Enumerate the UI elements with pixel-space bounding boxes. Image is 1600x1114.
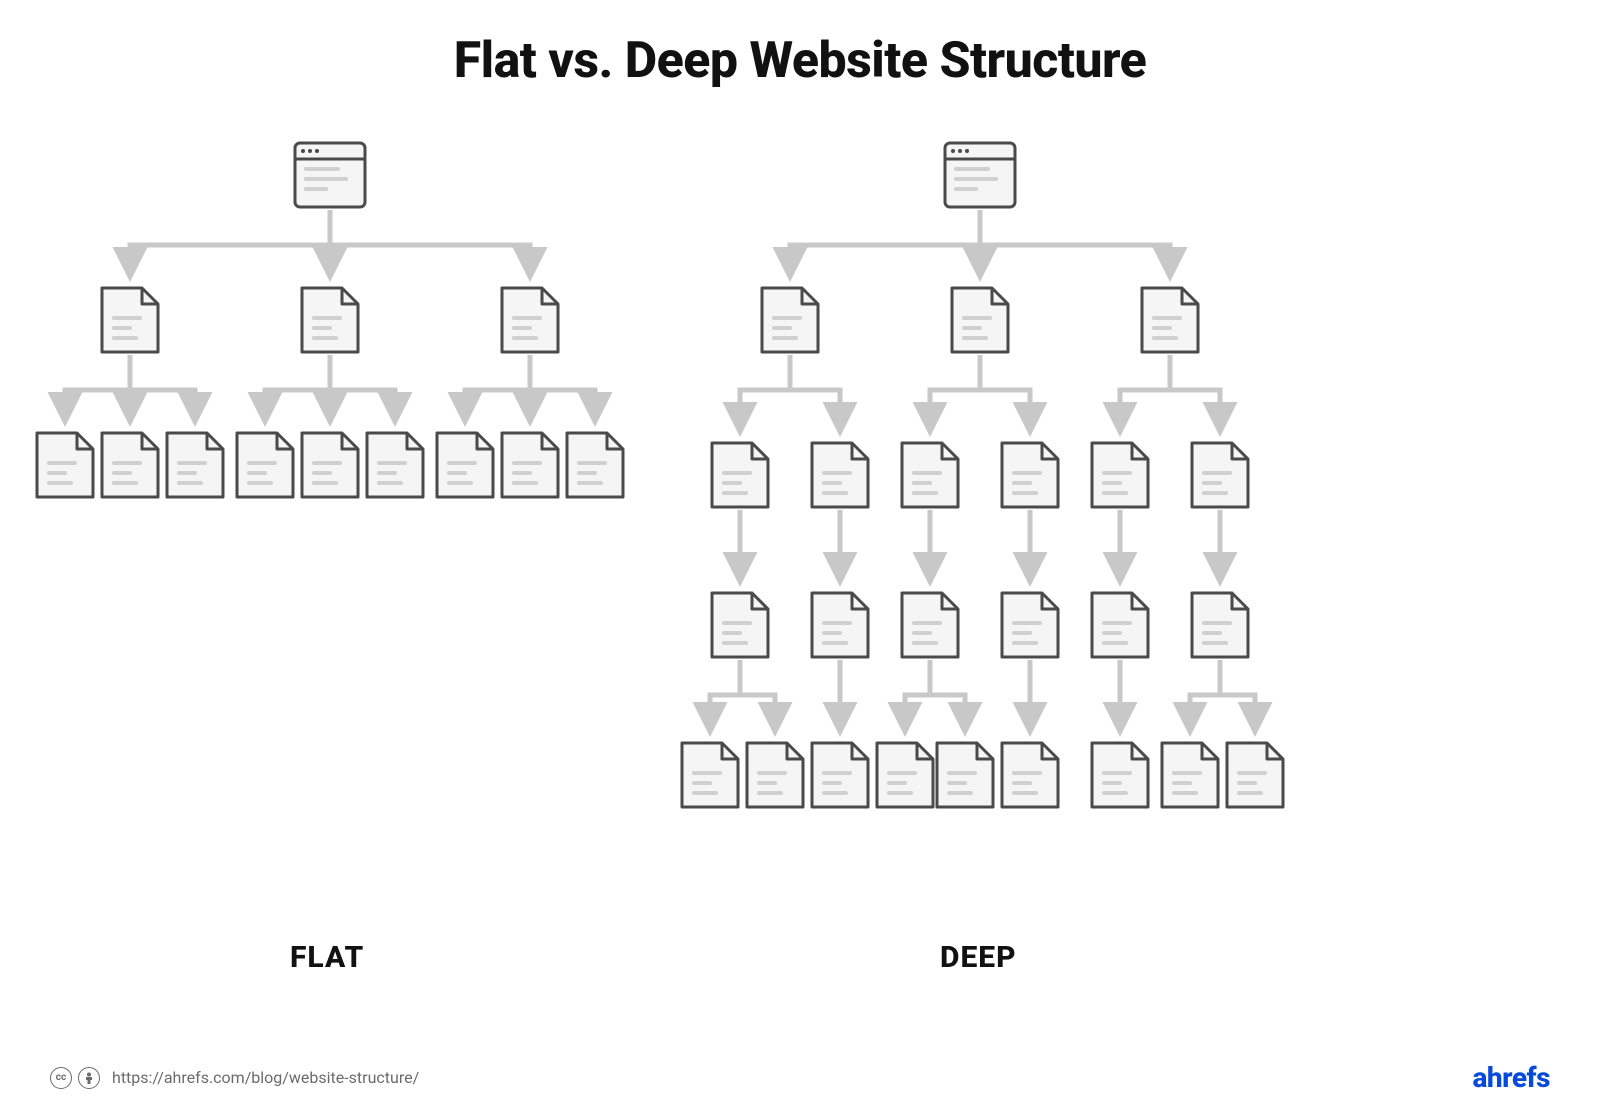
deep-l3-doc-icon	[1002, 593, 1058, 657]
deep-l2-doc-icon	[1002, 443, 1058, 507]
deep-l3-doc-icon	[812, 593, 868, 657]
deep-l4-doc-icon	[1002, 743, 1058, 807]
deep-tree	[682, 143, 1283, 807]
footer-url: https://ahrefs.com/blog/website-structur…	[112, 1068, 419, 1087]
flat-l2-doc-icon	[302, 433, 358, 497]
flat-l1-doc-icon	[102, 288, 158, 352]
deep-l2-doc-icon	[902, 443, 958, 507]
deep-l4-doc-icon	[1162, 743, 1218, 807]
deep-l1-doc-icon	[762, 288, 818, 352]
deep-l1-doc-icon	[952, 288, 1008, 352]
deep-l3-doc-icon	[902, 593, 958, 657]
deep-l2-doc-icon	[1192, 443, 1248, 507]
flat-l2-doc-icon	[102, 433, 158, 497]
deep-l4-doc-icon	[682, 743, 738, 807]
deep-l4-doc-icon	[812, 743, 868, 807]
flat-label: FLAT	[290, 940, 364, 975]
flat-l2-doc-icon	[367, 433, 423, 497]
flat-l1-doc-icon	[302, 288, 358, 352]
deep-l3-doc-icon	[1092, 593, 1148, 657]
deep-l2-doc-icon	[712, 443, 768, 507]
deep-l4-doc-icon	[747, 743, 803, 807]
brand-logo: ahrefs	[1473, 1061, 1551, 1094]
diagram-canvas	[0, 120, 1600, 1000]
brand-text: ahrefs	[1473, 1061, 1551, 1094]
footer-left: cc https://ahrefs.com/blog/website-struc…	[50, 1067, 419, 1089]
page-title: Flat vs. Deep Website Structure	[0, 0, 1600, 90]
cc-by-icon	[78, 1067, 100, 1089]
deep-l2-doc-icon	[1092, 443, 1148, 507]
flat-l2-doc-icon	[37, 433, 93, 497]
flat-tree	[37, 143, 623, 497]
deep-l4-doc-icon	[937, 743, 993, 807]
deep-l4-doc-icon	[1092, 743, 1148, 807]
deep-l3-doc-icon	[1192, 593, 1248, 657]
flat-l1-doc-icon	[502, 288, 558, 352]
deep-root-browser-icon	[945, 143, 1015, 207]
footer: cc https://ahrefs.com/blog/website-struc…	[0, 1061, 1600, 1094]
deep-label: DEEP	[940, 940, 1017, 975]
flat-root-browser-icon	[295, 143, 365, 207]
flat-l2-doc-icon	[437, 433, 493, 497]
deep-l3-doc-icon	[712, 593, 768, 657]
deep-l2-doc-icon	[812, 443, 868, 507]
flat-l2-doc-icon	[167, 433, 223, 497]
deep-l4-doc-icon	[1227, 743, 1283, 807]
flat-l2-doc-icon	[567, 433, 623, 497]
deep-l1-doc-icon	[1142, 288, 1198, 352]
flat-l2-doc-icon	[237, 433, 293, 497]
cc-license-icon: cc	[50, 1067, 72, 1089]
deep-l4-doc-icon	[877, 743, 933, 807]
flat-l2-doc-icon	[502, 433, 558, 497]
